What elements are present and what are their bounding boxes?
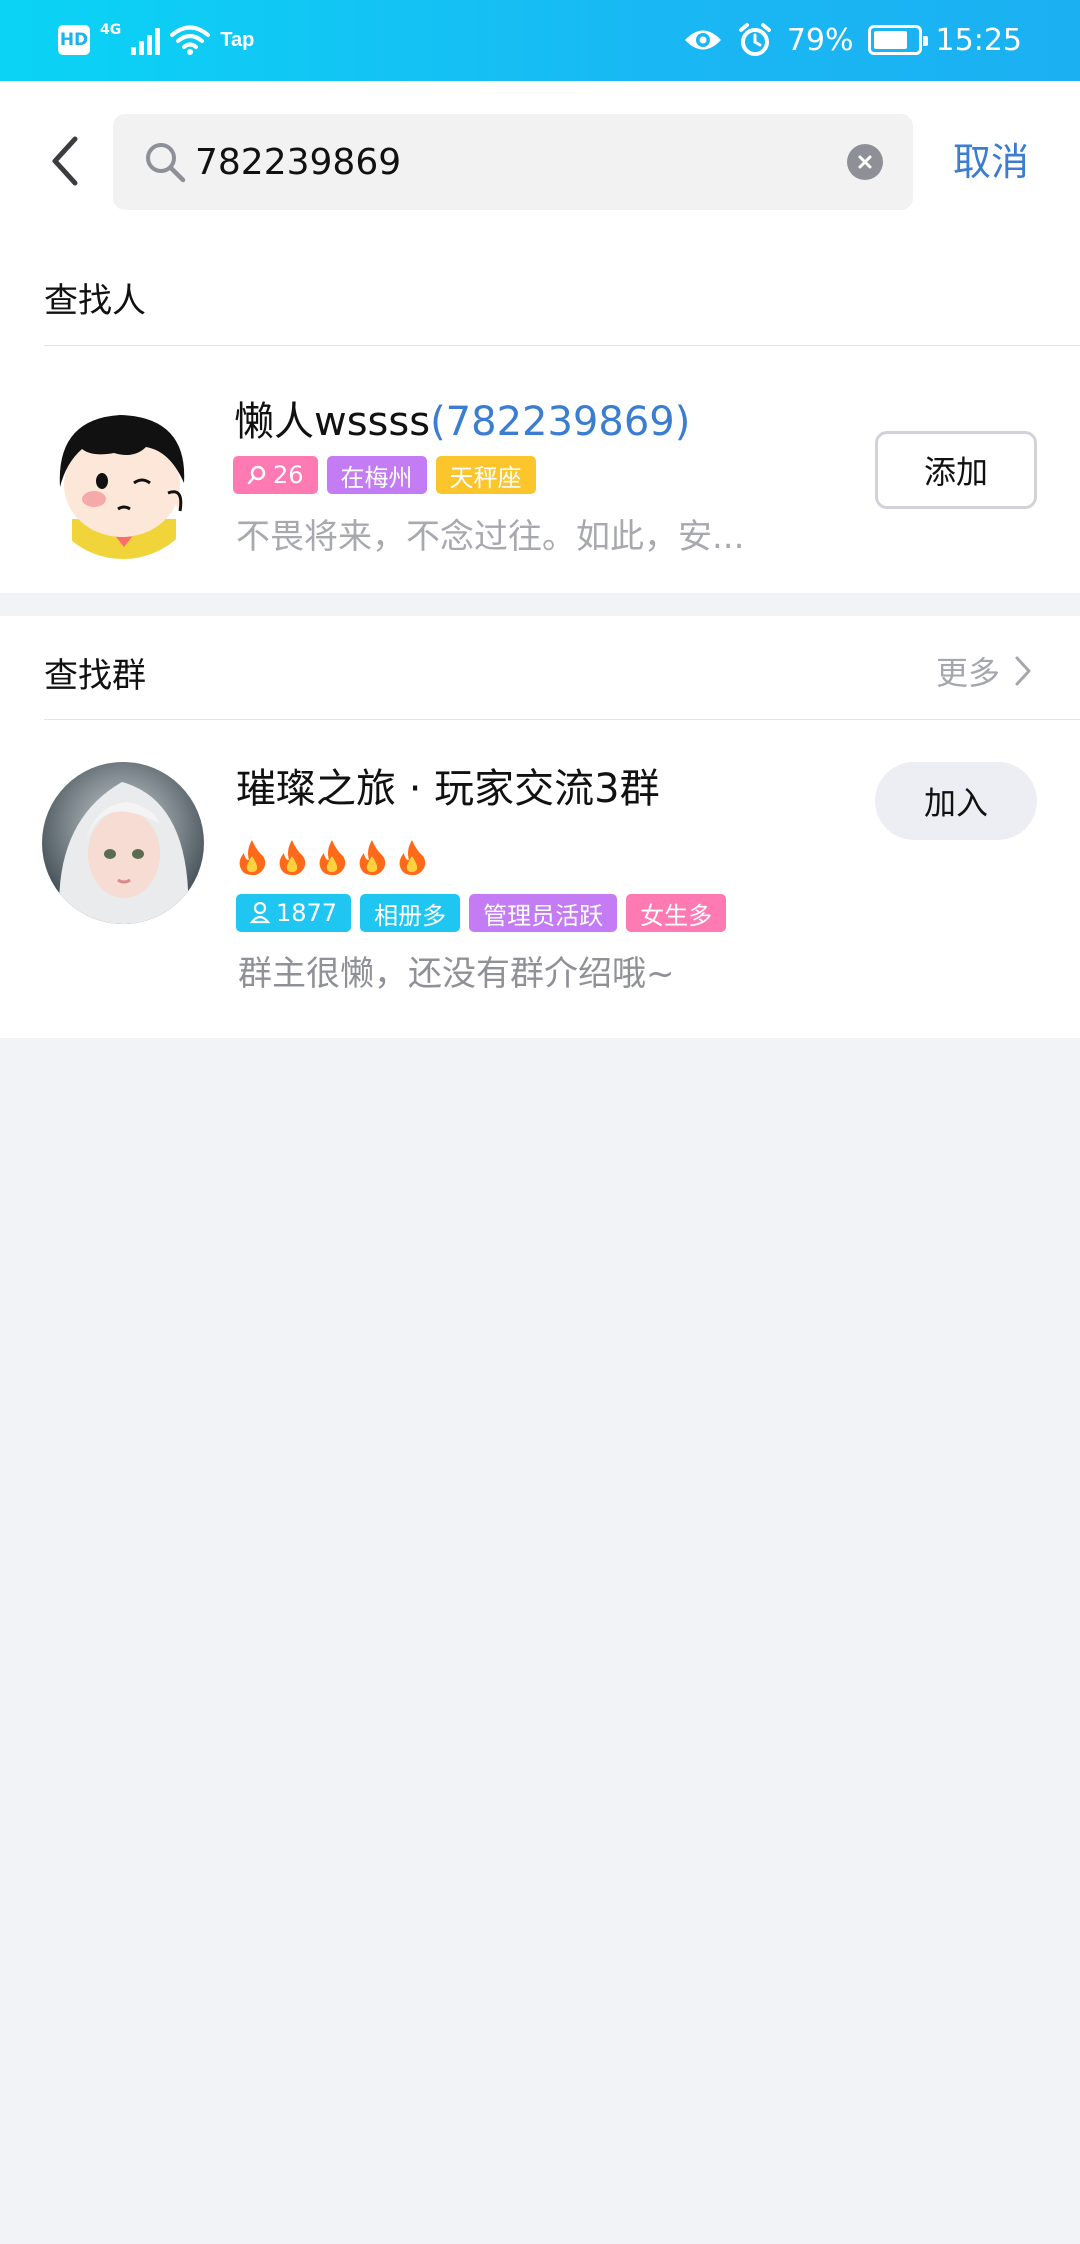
tap-indicator: Tap [220, 28, 255, 51]
more-label: 更多 [935, 654, 1000, 692]
join-group-button[interactable]: 加入 [875, 762, 1037, 840]
search-header: 取消 [0, 81, 1080, 241]
clock: 15:25 [935, 22, 1022, 58]
battery-icon [867, 25, 928, 55]
more-button[interactable]: 更多 [936, 648, 1032, 694]
search-input[interactable] [195, 132, 795, 192]
section-title-groups: 查找群 [44, 656, 146, 696]
add-friend-button[interactable]: 添加 [875, 431, 1037, 509]
wifi-icon [170, 25, 211, 55]
cancel-button[interactable]: 取消 [953, 131, 1029, 186]
status-bar: HD 4G Tap 79% 15:25 [0, 0, 1080, 81]
close-icon [858, 155, 872, 169]
section-title-people: 查找人 [44, 281, 146, 321]
search-icon [146, 143, 186, 183]
person-icon [250, 902, 270, 924]
back-button[interactable] [40, 133, 90, 189]
tag-albums: 相册多 [360, 894, 461, 932]
divider [44, 719, 1080, 720]
battery-percent: 79% [786, 22, 854, 58]
battery-fill [873, 31, 907, 49]
tag-location: 在梅州 [326, 456, 427, 494]
tag-zodiac: 天秤座 [435, 456, 536, 494]
tag-text: 26 [273, 461, 304, 489]
cartoon-avatar-image [42, 397, 204, 559]
person-tags: 26 在梅州 天秤座 [233, 456, 536, 494]
person-signature: 不畏将来，不念过往。如此，安... [236, 517, 745, 557]
alarm-icon [738, 23, 771, 56]
group-avatar[interactable] [42, 762, 204, 924]
person-name: 懒人wssss [234, 399, 431, 445]
eye-icon [684, 30, 721, 50]
signal-icon [131, 25, 161, 55]
tag-admin-active: 管理员活跃 [469, 894, 618, 932]
group-name: 璀璨之旅 · 玩家交流3群 [236, 766, 660, 812]
divider [44, 345, 1080, 346]
chevron-right-icon [1015, 656, 1031, 686]
fire-icon [399, 840, 426, 876]
groups-section: 查找群 更多 璀璨之旅 · 玩家交流3群 1877 相册多 管理员活跃 女生多 … [0, 616, 1080, 1038]
anime-girl-avatar-image [42, 762, 204, 924]
hd-icon: HD [58, 25, 90, 55]
search-box[interactable] [113, 114, 913, 210]
tag-age: 26 [233, 456, 318, 494]
group-activity-fires [236, 838, 428, 876]
people-section: 查找人 懒人wssss(782239869) 26 在梅州 天秤座 不畏将来，不… [0, 241, 1080, 593]
tag-female: 女生多 [626, 894, 727, 932]
avatar[interactable] [42, 397, 204, 559]
person-qq-number: (782239869) [430, 399, 691, 445]
fire-icon [279, 840, 306, 876]
fire-icon [319, 840, 346, 876]
fire-icon [239, 840, 266, 876]
person-name-line: 懒人wssss(782239869) [234, 389, 690, 447]
status-left: HD 4G Tap [58, 18, 254, 62]
tag-text: 1877 [276, 899, 338, 927]
group-tags: 1877 相册多 管理员活跃 女生多 [236, 894, 727, 932]
tag-member-count: 1877 [236, 894, 352, 932]
search-icon [247, 465, 266, 485]
clear-button[interactable] [847, 144, 883, 180]
fire-icon [359, 840, 386, 876]
chevron-left-icon [52, 136, 78, 186]
status-right: 79% 15:25 [683, 18, 1022, 62]
group-description: 群主很懒，还没有群介绍哦~ [238, 954, 675, 994]
network-type: 4G [100, 22, 122, 38]
